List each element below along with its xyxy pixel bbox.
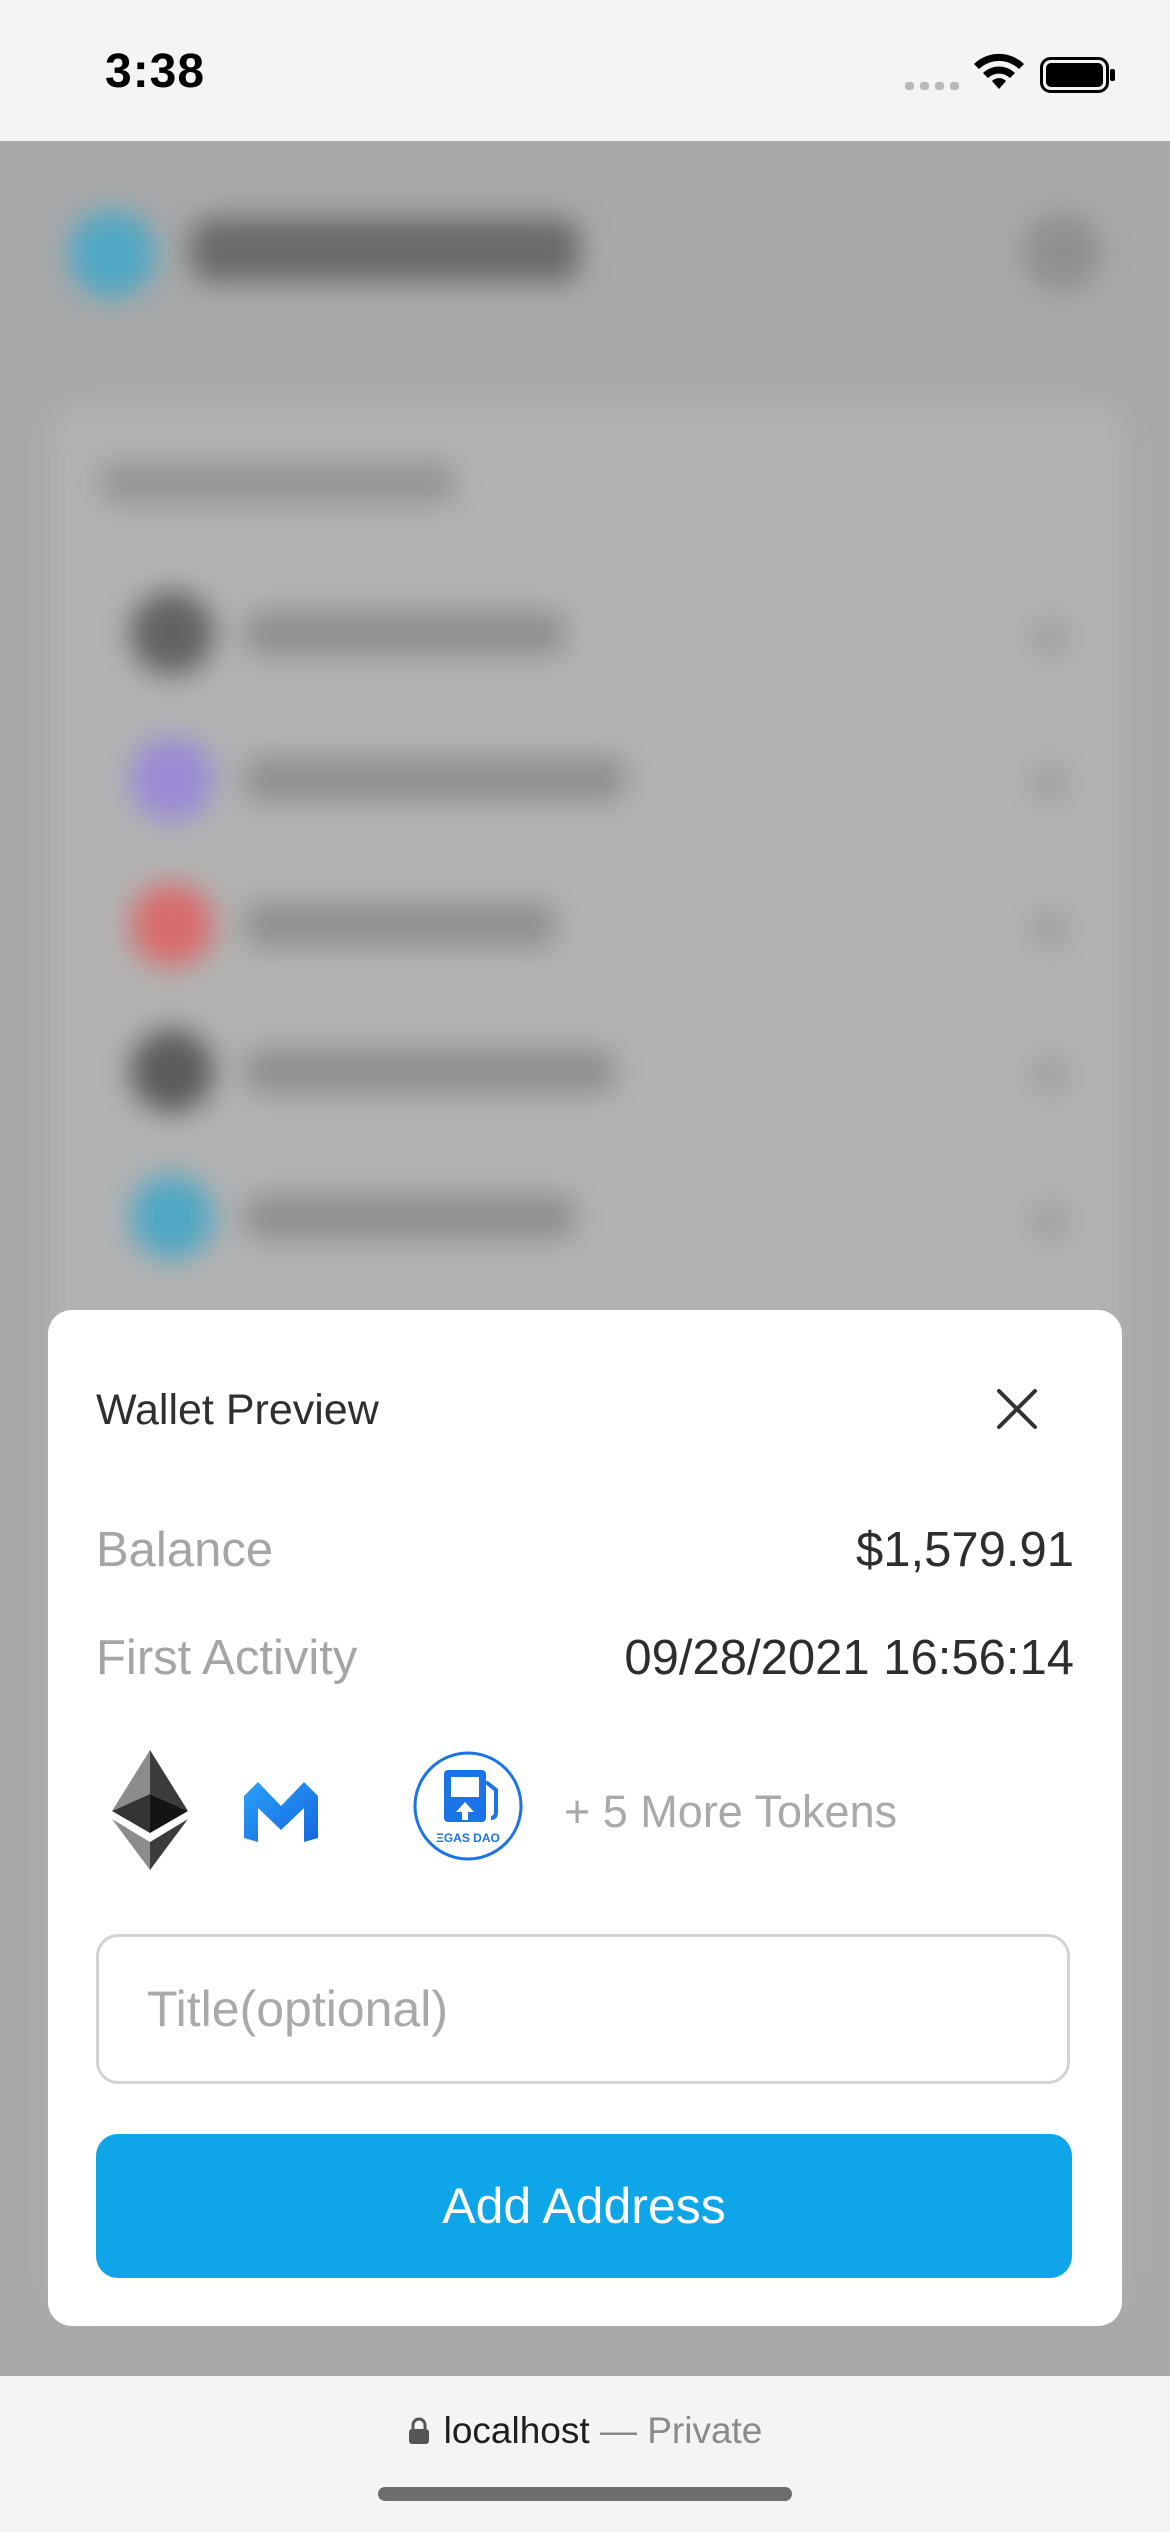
lock-icon — [408, 2417, 429, 2444]
token-list: ΞGAS DAO + 5 More Tokens — [96, 1750, 1076, 1870]
blurred-logo-icon — [68, 210, 156, 298]
blurred-row — [120, 1165, 1080, 1269]
blurred-row — [120, 873, 1080, 977]
blurred-row — [120, 581, 1080, 685]
close-icon[interactable] — [994, 1386, 1040, 1432]
first-activity-label: First Activity — [96, 1631, 358, 1685]
balance-label: Balance — [96, 1523, 274, 1577]
title-input[interactable] — [96, 1934, 1070, 2084]
status-time: 3:38 — [105, 45, 206, 98]
ethereum-icon — [112, 1750, 188, 1870]
more-tokens-label[interactable]: + 5 More Tokens — [564, 1786, 897, 1838]
blurred-card-title — [100, 462, 455, 504]
svg-text:ΞGAS DAO: ΞGAS DAO — [436, 1831, 500, 1845]
browser-url-bar[interactable]: localhost — Private — [0, 2376, 1170, 2532]
blurred-menu-icon — [1022, 212, 1102, 292]
url-display: localhost — Private — [0, 2410, 1170, 2452]
wifi-icon — [974, 53, 1024, 89]
signal-icon — [905, 82, 959, 90]
url-private-label: — Private — [599, 2410, 763, 2451]
blurred-logo-text — [190, 218, 580, 282]
battery-icon — [1040, 57, 1115, 93]
modal-title: Wallet Preview — [96, 1386, 379, 1434]
add-address-button[interactable]: Add Address — [96, 2134, 1072, 2278]
gas-dao-icon: ΞGAS DAO — [412, 1750, 524, 1862]
balance-value: $1,579.91 — [856, 1523, 1074, 1577]
status-bar: 3:38 — [0, 0, 1170, 141]
home-indicator[interactable] — [378, 2487, 792, 2501]
matic-icon — [244, 1782, 318, 1842]
blurred-row — [120, 727, 1080, 831]
first-activity-value: 09/28/2021 16:56:14 — [624, 1631, 1074, 1685]
wallet-preview-modal: Wallet Preview Balance $1,579.91 First A… — [48, 1310, 1122, 2326]
blurred-row — [120, 1019, 1080, 1123]
url-host: localhost — [443, 2410, 590, 2451]
